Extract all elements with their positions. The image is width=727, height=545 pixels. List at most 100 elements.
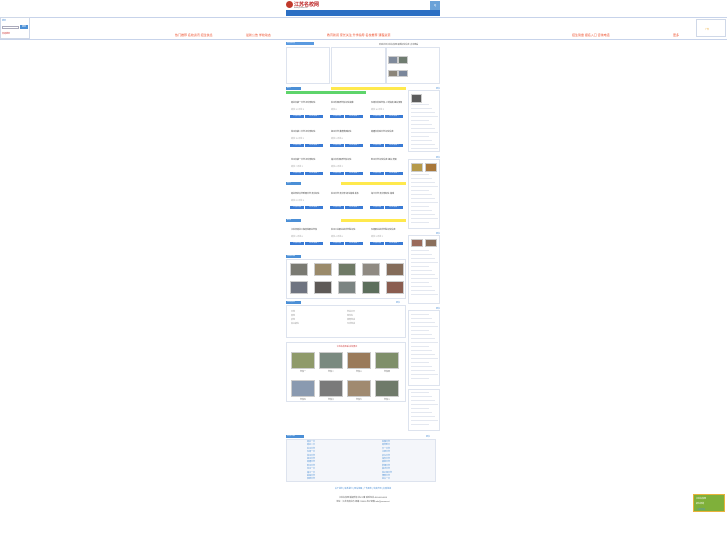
sidebar-text-line[interactable] bbox=[411, 290, 435, 291]
sidebar-text-line[interactable] bbox=[411, 112, 435, 113]
school-card[interactable]: 扬州中学 教育集团招生 浏览 9 评论 0 学校详情 招生简章 › bbox=[328, 126, 366, 152]
gallery-caption[interactable]: 学校五 bbox=[291, 398, 315, 401]
school-card-title[interactable]: 徐州市第一中学 初中部招生 bbox=[291, 158, 323, 161]
school-detail-button[interactable]: 学校详情 bbox=[330, 115, 344, 118]
section-title[interactable]: 职校 bbox=[286, 219, 301, 222]
school-list-item[interactable]: 宜兴一中 bbox=[382, 478, 392, 481]
campus-photo[interactable] bbox=[386, 263, 404, 276]
gallery-caption[interactable]: 学校六 bbox=[319, 398, 343, 401]
sidebar-photo[interactable] bbox=[425, 239, 437, 247]
tab-recommend[interactable]: 名校推荐 bbox=[286, 42, 314, 45]
admission-brochure-button[interactable]: 招生简章 › bbox=[345, 172, 363, 175]
school-detail-button[interactable]: 学校详情 bbox=[330, 206, 344, 209]
admission-brochure-button[interactable]: 招生简章 › bbox=[345, 206, 363, 209]
sidebar-text-line[interactable] bbox=[411, 136, 429, 137]
sidebar-text-line[interactable] bbox=[411, 210, 432, 211]
sidebar-text-line[interactable] bbox=[411, 294, 438, 295]
sidebar-text-line[interactable] bbox=[411, 374, 438, 375]
section-title[interactable]: 校园风采 bbox=[286, 255, 301, 258]
school-card-title[interactable]: 海门中学 高中部招生 简章 bbox=[371, 192, 403, 195]
sidebar-text-line[interactable] bbox=[411, 378, 429, 379]
admission-brochure-button[interactable]: 招生简章 › bbox=[385, 144, 403, 147]
sidebar-text-line[interactable] bbox=[411, 282, 429, 283]
school-card[interactable]: 泰州中学 招生信息 报名 须知 学校详情 招生简章 › bbox=[368, 154, 406, 180]
admission-brochure-button[interactable]: 招生简章 › bbox=[385, 172, 403, 175]
sidebar-text-line[interactable] bbox=[411, 330, 429, 331]
exam-link[interactable]: 自主招生 bbox=[291, 322, 299, 326]
school-gallery-photo[interactable] bbox=[347, 380, 371, 397]
school-card-title[interactable]: 泰州中学 招生信息 报名 须知 bbox=[371, 158, 403, 161]
gallery-caption[interactable]: 学校四 bbox=[375, 370, 399, 373]
campus-photo[interactable] bbox=[338, 263, 356, 276]
school-card-title[interactable]: 苏州工业职业技术学院 招生 bbox=[331, 228, 363, 231]
sidebar-text-line[interactable] bbox=[411, 178, 432, 179]
school-card[interactable]: 常州市第二中学 初中部招生 浏览 15 评论 1 学校详情 招生简章 › bbox=[288, 126, 326, 152]
campus-photo[interactable] bbox=[362, 263, 380, 276]
sidebar-text-line[interactable] bbox=[411, 334, 432, 335]
school-list-title[interactable]: 名校导航 bbox=[286, 435, 304, 438]
sidebar-photo[interactable] bbox=[411, 239, 423, 247]
sidebar-text-line[interactable] bbox=[411, 258, 435, 259]
campus-photo[interactable] bbox=[338, 281, 356, 294]
sidebar-text-line[interactable] bbox=[411, 128, 435, 129]
school-card-title[interactable]: 南京师范大学附属中学 高中招生 bbox=[291, 192, 323, 195]
gallery-caption[interactable]: 学校八 bbox=[375, 398, 399, 401]
sidebar-more-link[interactable]: 更多 bbox=[408, 232, 440, 235]
sidebar-text-line[interactable] bbox=[411, 420, 438, 421]
admission-brochure-button[interactable]: 招生简章 › bbox=[305, 172, 323, 175]
sidebar-more-link[interactable]: 更多 bbox=[408, 307, 440, 310]
news-photo[interactable] bbox=[388, 70, 398, 77]
sidebar-text-line[interactable] bbox=[411, 424, 429, 425]
admission-brochure-button[interactable]: 招生简章 › bbox=[385, 115, 403, 118]
sidebar-text-line[interactable] bbox=[411, 140, 432, 141]
campus-photo[interactable] bbox=[314, 263, 332, 276]
school-card-title[interactable]: 苏州外国语学校 招生简章 bbox=[331, 101, 363, 104]
school-card[interactable]: 苏州外国语学校 招生简章 浏览 8 学校详情 招生简章 › bbox=[328, 97, 366, 123]
sidebar-text-line[interactable] bbox=[411, 350, 432, 351]
sidebar-text-line[interactable] bbox=[411, 202, 438, 203]
sidebar-text-line[interactable] bbox=[411, 338, 435, 339]
sidebar-text-line[interactable] bbox=[411, 322, 435, 323]
school-gallery-photo[interactable] bbox=[291, 352, 315, 369]
sidebar-text-line[interactable] bbox=[411, 326, 438, 327]
gallery-caption[interactable]: 学校三 bbox=[347, 370, 371, 373]
sidebar-text-line[interactable] bbox=[411, 286, 432, 287]
admission-brochure-button[interactable]: 招生简章 › bbox=[305, 115, 323, 118]
sidebar-text-line[interactable] bbox=[411, 214, 435, 215]
school-gallery-photo[interactable] bbox=[375, 380, 399, 397]
school-card[interactable]: 无锡职业技术学院 招生信息 浏览 3 评论 1 学校详情 招生简章 › bbox=[368, 224, 406, 250]
sidebar-text-line[interactable] bbox=[411, 354, 435, 355]
gallery-caption[interactable]: 学校一 bbox=[291, 370, 315, 373]
sidebar-more-link[interactable]: 更多 bbox=[408, 87, 440, 90]
school-detail-button[interactable]: 学校详情 bbox=[290, 206, 304, 209]
sidebar-text-line[interactable] bbox=[411, 412, 432, 413]
school-gallery-photo[interactable] bbox=[375, 352, 399, 369]
school-card[interactable]: 无锡市实验学校 入学指南 报名须知 浏览 10 评论 2 学校详情 招生简章 › bbox=[368, 97, 406, 123]
sidebar-text-line[interactable] bbox=[411, 314, 429, 315]
admission-brochure-button[interactable]: 招生简章 › bbox=[345, 144, 363, 147]
school-card-title[interactable]: 无锡职业技术学院 招生信息 bbox=[371, 228, 403, 231]
school-card-title[interactable]: 扬州中学 教育集团招生 bbox=[331, 130, 363, 133]
campus-photo[interactable] bbox=[290, 263, 308, 276]
sidebar-text-line[interactable] bbox=[411, 408, 429, 409]
campus-photo[interactable] bbox=[290, 281, 308, 294]
news-photo[interactable] bbox=[388, 56, 398, 64]
sidebar-more-link[interactable]: 更多 bbox=[408, 156, 440, 159]
sidebar-text-line[interactable] bbox=[411, 174, 429, 175]
sidebar-photo[interactable] bbox=[411, 163, 423, 172]
school-detail-button[interactable]: 学校详情 bbox=[370, 242, 384, 245]
advanced-search-link[interactable]: 高级搜索 bbox=[2, 32, 10, 35]
search-input[interactable] bbox=[2, 26, 19, 29]
ad-link[interactable]: 立即咨询 bbox=[697, 508, 705, 511]
sidebar-text-line[interactable] bbox=[411, 250, 429, 251]
scroll-link[interactable]: 热门推荐 名校资讯 招生信息 bbox=[175, 33, 213, 37]
sidebar-text-line[interactable] bbox=[411, 346, 429, 347]
news-photo[interactable] bbox=[398, 56, 408, 64]
sidebar-text-line[interactable] bbox=[411, 342, 438, 343]
sidebar-text-line[interactable] bbox=[411, 392, 429, 393]
school-gallery-photo[interactable] bbox=[319, 352, 343, 369]
search-button[interactable]: 搜索 bbox=[20, 25, 28, 29]
sidebar-text-line[interactable] bbox=[411, 132, 438, 133]
sidebar-text-line[interactable] bbox=[411, 222, 429, 223]
exam-link[interactable]: 艺术考试 bbox=[347, 322, 355, 326]
